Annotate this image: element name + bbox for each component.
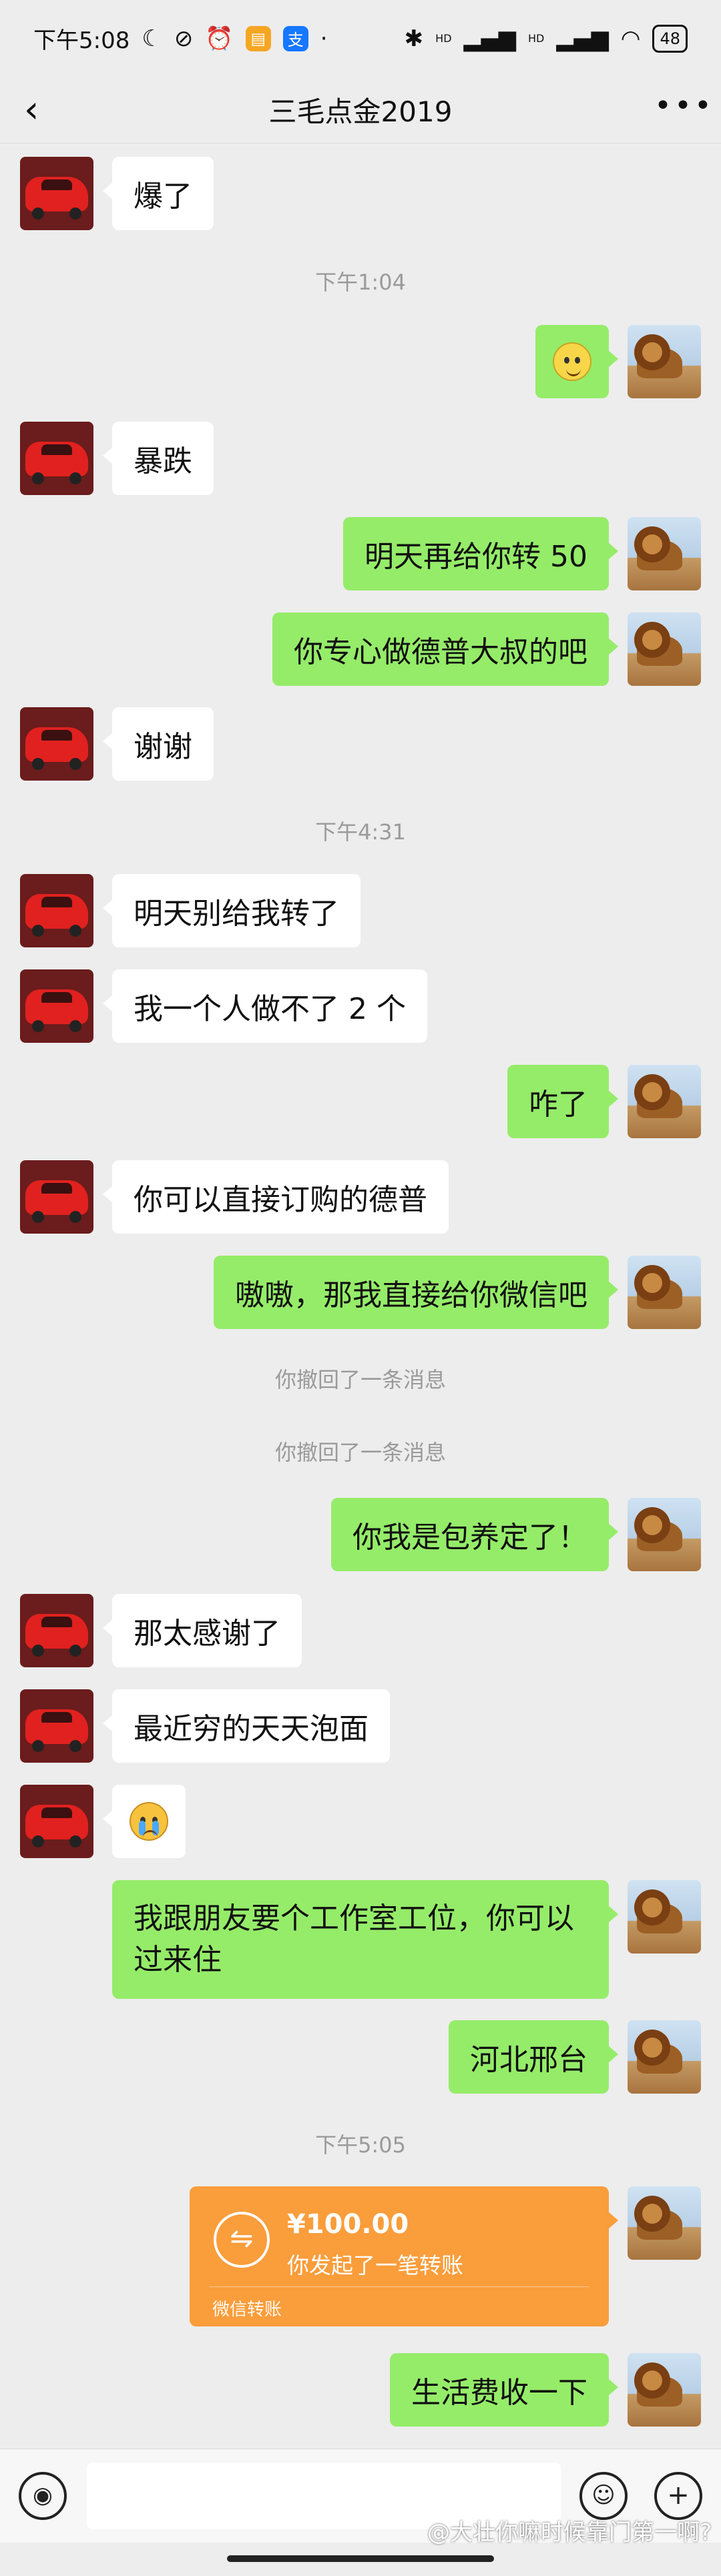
my-avatar[interactable] — [628, 517, 701, 590]
contact-avatar[interactable] — [20, 707, 93, 781]
sent-message[interactable]: 河北邢台 — [449, 2020, 618, 2094]
received-message[interactable]: 你可以直接订购的德普 — [103, 1160, 449, 1234]
sent-message[interactable]: 嗷嗷，那我直接给你微信吧 — [214, 1256, 618, 1329]
wifi-icon: ◠ — [620, 25, 641, 52]
my-avatar[interactable] — [628, 325, 701, 398]
my-avatar[interactable] — [628, 2353, 701, 2427]
received-message[interactable]: 明天别给我转了 — [103, 874, 360, 947]
message-timestamp: 下午4:31 — [315, 819, 406, 845]
voice-icon[interactable]: ◉ — [19, 2472, 67, 2520]
signal-1-icon: ▂▄▆ — [463, 25, 516, 52]
transfer-icon: ⇋ — [214, 2212, 270, 2268]
contact-avatar[interactable] — [20, 157, 93, 230]
message-timestamp: 下午5:05 — [315, 2132, 406, 2158]
my-avatar[interactable] — [628, 1065, 701, 1138]
mute-icon: ⊘ — [174, 25, 194, 52]
dot-icon: · — [320, 25, 328, 52]
my-avatar[interactable] — [628, 1880, 701, 1954]
my-avatar[interactable] — [628, 612, 701, 686]
app-icon: ▤ — [245, 25, 271, 51]
sent-emoji-message[interactable] — [535, 325, 618, 398]
signal-label-2: HD — [527, 32, 545, 45]
alarm-icon: ⏰ — [205, 25, 234, 52]
smile-emoji-icon — [553, 342, 591, 381]
recall-notice: 你撤回了一条消息 — [274, 1367, 446, 1392]
emoji-icon[interactable]: ☺ — [579, 2472, 628, 2520]
contact-avatar[interactable] — [20, 969, 93, 1043]
received-message[interactable]: 我一个人做不了 2 个 — [103, 969, 427, 1043]
back-button[interactable]: ‹ — [24, 91, 57, 129]
received-message[interactable]: 最近穷的天天泡面 — [103, 1689, 390, 1763]
bluetooth-icon: ✱ — [404, 25, 424, 52]
signal-label-1: HD — [435, 32, 452, 45]
watermark: @大壮你嘛时候靠门第一啊? — [427, 2519, 712, 2546]
message-timestamp: 下午1:04 — [315, 270, 406, 295]
crying-emoji-icon — [130, 1802, 168, 1841]
received-message[interactable]: 爆了 — [103, 157, 214, 230]
sent-message[interactable]: 你专心做德普大叔的吧 — [272, 612, 618, 686]
received-message[interactable]: 那太感谢了 — [103, 1594, 302, 1667]
transfer-amount: ¥100.00 — [287, 2209, 409, 2240]
sent-message[interactable]: 你我是包养定了！ — [331, 1498, 618, 1571]
sent-message[interactable]: 生活费收一下 — [390, 2353, 618, 2427]
sent-message[interactable]: 明天再给你转 50 — [343, 517, 618, 590]
recall-notice: 你撤回了一条消息 — [274, 1440, 446, 1465]
home-indicator[interactable] — [227, 2555, 494, 2562]
status-bar: 下午5:08 ☾ ⊘ ⏰ ▤ 支 · ✱ HD ▂▄▆ HD ▂▄▆ ◠ 48 — [0, 0, 721, 77]
transfer-card[interactable]: ⇋ ¥100.00 你发起了一笔转账 微信转账 — [190, 2186, 618, 2326]
contact-avatar[interactable] — [20, 1689, 93, 1763]
my-avatar[interactable] — [628, 1256, 701, 1329]
battery-level: 48 — [652, 24, 688, 53]
transfer-divider — [210, 2286, 589, 2287]
more-options-button[interactable]: ••• — [654, 91, 712, 127]
my-avatar[interactable] — [628, 2186, 701, 2260]
contact-avatar[interactable] — [20, 1785, 93, 1858]
moon-icon: ☾ — [142, 25, 162, 52]
chat-title: 三毛点金2019 — [268, 95, 453, 128]
contact-avatar[interactable] — [20, 1160, 93, 1234]
contact-avatar[interactable] — [20, 1594, 93, 1667]
alipay-icon: 支 — [282, 25, 308, 51]
received-emoji-message[interactable] — [103, 1785, 186, 1858]
sent-message[interactable]: 我跟朋友要个工作室工位，你可以过来住 — [112, 1880, 618, 1999]
status-time: 下午5:08 — [33, 27, 130, 54]
plus-icon[interactable]: + — [654, 2472, 702, 2520]
status-bar-right: ✱ HD ▂▄▆ HD ▂▄▆ ◠ 48 — [404, 24, 688, 53]
contact-avatar[interactable] — [20, 874, 93, 947]
my-avatar[interactable] — [628, 1498, 701, 1571]
contact-avatar[interactable] — [20, 422, 93, 495]
status-bar-left: 下午5:08 ☾ ⊘ ⏰ ▤ 支 · — [33, 22, 328, 55]
transfer-footer: 微信转账 — [212, 2300, 282, 2320]
signal-2-icon: ▂▄▆ — [556, 25, 609, 52]
transfer-description: 你发起了一笔转账 — [287, 2252, 463, 2278]
sent-message[interactable]: 咋了 — [507, 1065, 618, 1138]
chat-header: ‹ 三毛点金2019 ••• — [0, 77, 721, 143]
received-message[interactable]: 暴跌 — [103, 422, 214, 495]
my-avatar[interactable] — [628, 2020, 701, 2094]
received-message[interactable]: 谢谢 — [103, 707, 214, 781]
